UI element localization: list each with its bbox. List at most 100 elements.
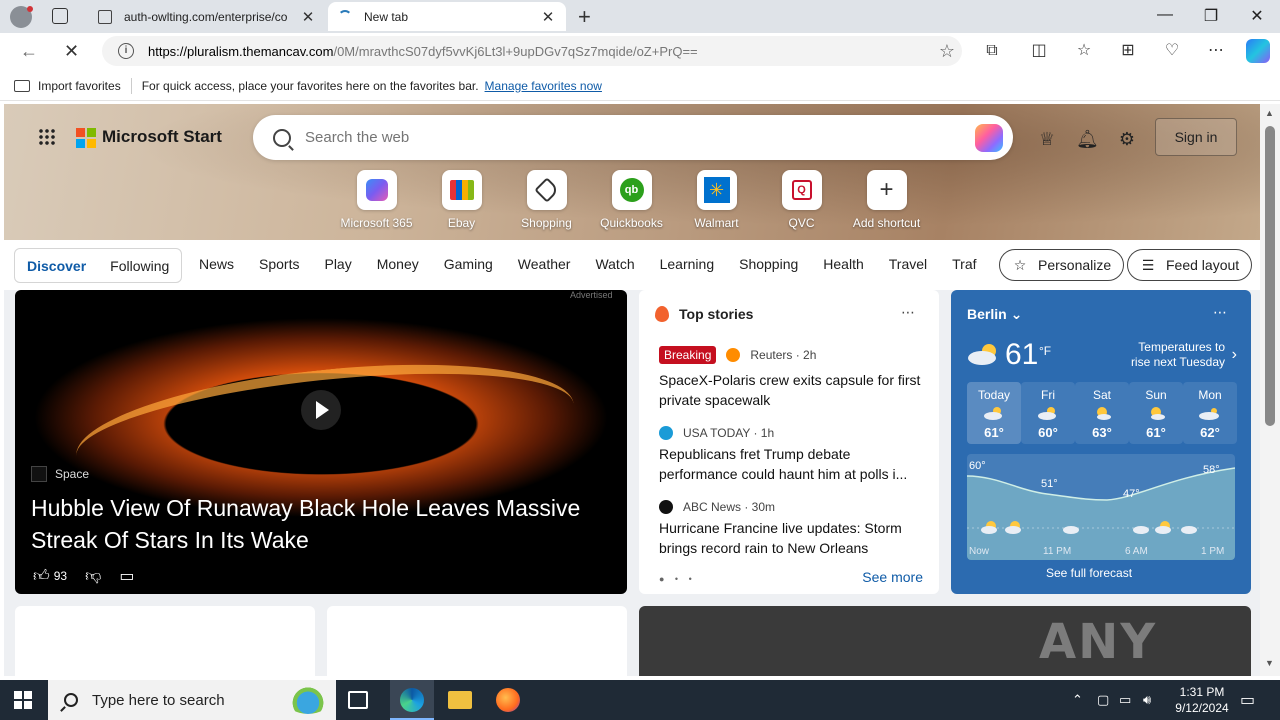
feed-card[interactable] bbox=[327, 606, 627, 676]
story-item[interactable]: ABC News · 30m Hurricane Francine live u… bbox=[659, 498, 925, 558]
category-news[interactable]: News bbox=[199, 256, 234, 272]
weather-card[interactable]: Berlin ⌄ ⋯ 61 °F Temperatures to rise ne… bbox=[951, 290, 1251, 594]
restore-button[interactable]: ❐ bbox=[1196, 6, 1226, 26]
carousel-dots[interactable]: ● • • bbox=[659, 574, 696, 584]
page-scrollbar[interactable]: ▲ ▼ bbox=[1260, 104, 1280, 676]
story-item[interactable]: Breaking Reuters · 2h SpaceX-Polaris cre… bbox=[659, 346, 925, 410]
file-explorer-icon[interactable] bbox=[448, 691, 472, 709]
tab-discover[interactable]: Discover bbox=[27, 258, 86, 274]
network-icon[interactable]: ▭ bbox=[1119, 692, 1131, 708]
feed-card[interactable]: ANY RUN bbox=[639, 606, 1251, 676]
shortcut-quickbooks[interactable]: qb Quickbooks bbox=[589, 170, 674, 230]
story-title[interactable]: Republicans fret Trump debate performanc… bbox=[659, 444, 925, 484]
browser-essentials-icon[interactable]: ♡ bbox=[1162, 41, 1182, 61]
category-shopping[interactable]: Shopping bbox=[739, 256, 798, 272]
weather-note[interactable]: Temperatures to rise next Tuesday bbox=[1121, 340, 1225, 370]
favorites-icon[interactable]: ☆ bbox=[1074, 41, 1094, 61]
show-hidden-icons-chevron-icon[interactable]: ⌃ bbox=[1072, 692, 1083, 708]
collections-icon[interactable]: ⊞ bbox=[1118, 41, 1138, 61]
minimize-button[interactable]: — bbox=[1150, 6, 1180, 24]
category-play[interactable]: Play bbox=[324, 256, 351, 272]
category-travel[interactable]: Travel bbox=[889, 256, 927, 272]
forecast-day[interactable]: Today 61° bbox=[967, 382, 1021, 444]
shortcut-add[interactable]: + Add shortcut bbox=[844, 170, 929, 230]
back-button[interactable]: ← bbox=[20, 41, 38, 62]
sign-in-button[interactable]: Sign in bbox=[1155, 118, 1237, 156]
taskbar-search[interactable]: Type here to search bbox=[48, 680, 336, 720]
hero-article-card[interactable]: Advertised Space Hubble View Of Runaway … bbox=[15, 290, 627, 594]
close-tab-icon[interactable]: ✕ bbox=[540, 8, 556, 26]
thumbs-down-icon[interactable]: 👎︎ bbox=[85, 567, 101, 586]
url-text[interactable]: https://pluralism.themancav.com/0M/mravt… bbox=[148, 44, 932, 59]
rewards-trophy-icon[interactable]: ♕ bbox=[1036, 128, 1058, 150]
category-learning[interactable]: Learning bbox=[660, 256, 715, 272]
app-launcher-icon[interactable] bbox=[38, 128, 56, 146]
tab-auth-owlting[interactable]: auth-owlting.com/enterprise/co ✕ bbox=[88, 2, 326, 31]
see-full-forecast-link[interactable]: See full forecast bbox=[1046, 566, 1132, 580]
feed-layout-button[interactable]: ☰ Feed layout bbox=[1127, 249, 1253, 281]
scrollbar-thumb[interactable] bbox=[1265, 126, 1275, 426]
see-more-link[interactable]: See more bbox=[862, 569, 923, 585]
chevron-right-icon[interactable]: › bbox=[1232, 346, 1237, 364]
weather-city-selector[interactable]: Berlin ⌄ bbox=[967, 306, 1022, 323]
more-options-icon[interactable]: ⋯ bbox=[1213, 304, 1227, 321]
edge-icon[interactable] bbox=[400, 688, 424, 712]
comment-icon[interactable]: ▭ bbox=[119, 566, 134, 586]
favorite-star-icon[interactable]: ☆ bbox=[932, 41, 962, 62]
more-options-icon[interactable]: ⋯ bbox=[901, 304, 915, 321]
close-tab-icon[interactable]: ✕ bbox=[300, 8, 316, 26]
system-clock[interactable]: 1:31 PM 9/12/2024 bbox=[1168, 684, 1236, 716]
hourly-temperature-graph[interactable]: 60° 51° 47° 58° Now 11 PM 6 AM 1 PM bbox=[967, 454, 1235, 560]
settings-gear-icon[interactable]: ⚙ bbox=[1116, 128, 1138, 150]
import-favorites-button[interactable]: Import favorites bbox=[14, 79, 121, 93]
scroll-up-arrow-icon[interactable]: ▲ bbox=[1265, 108, 1274, 118]
category-traffic[interactable]: Traf bbox=[952, 256, 976, 272]
notification-center-icon[interactable]: ▭ bbox=[1240, 690, 1255, 710]
copilot-icon[interactable] bbox=[1246, 39, 1270, 63]
notifications-bell-icon[interactable]: 🔔︎ bbox=[1076, 128, 1099, 150]
address-bar[interactable]: i https://pluralism.themancav.com/0M/mra… bbox=[102, 36, 962, 66]
forecast-day[interactable]: Sat 63° bbox=[1075, 382, 1129, 444]
task-view-icon[interactable] bbox=[348, 691, 368, 709]
firefox-icon[interactable] bbox=[496, 688, 520, 712]
scroll-down-arrow-icon[interactable]: ▼ bbox=[1265, 658, 1274, 668]
thumbs-up-icon[interactable]: 👍︎ bbox=[33, 567, 50, 586]
search-input[interactable] bbox=[305, 129, 975, 146]
category-health[interactable]: Health bbox=[823, 256, 863, 272]
new-tab-button[interactable]: + bbox=[578, 4, 591, 30]
tab-following[interactable]: Following bbox=[110, 258, 169, 274]
story-title[interactable]: SpaceX-Polaris crew exits capsule for fi… bbox=[659, 370, 925, 410]
category-sports[interactable]: Sports bbox=[259, 256, 299, 272]
web-search-box[interactable] bbox=[253, 115, 1013, 160]
category-gaming[interactable]: Gaming bbox=[444, 256, 493, 272]
shortcut-microsoft365[interactable]: Microsoft 365 bbox=[334, 170, 419, 230]
article-headline[interactable]: Hubble View Of Runaway Black Hole Leaves… bbox=[31, 492, 621, 556]
windows-start-icon[interactable] bbox=[14, 691, 32, 709]
category-weather[interactable]: Weather bbox=[518, 256, 571, 272]
extensions-icon[interactable]: ⧉ bbox=[982, 41, 1002, 61]
manage-favorites-link[interactable]: Manage favorites now bbox=[485, 79, 602, 93]
profile-avatar-icon[interactable] bbox=[10, 6, 33, 28]
forecast-day[interactable]: Mon 62° bbox=[1183, 382, 1237, 444]
site-info-icon[interactable]: i bbox=[118, 43, 134, 59]
volume-icon[interactable]: 🔊︎ bbox=[1143, 692, 1151, 708]
shortcut-ebay[interactable]: Ebay bbox=[419, 170, 504, 230]
close-window-button[interactable]: ✕ bbox=[1242, 6, 1272, 26]
stop-loading-button[interactable]: ✕ bbox=[64, 41, 79, 62]
shortcut-qvc[interactable]: Q QVC bbox=[759, 170, 844, 230]
category-watch[interactable]: Watch bbox=[595, 256, 634, 272]
copilot-icon[interactable] bbox=[975, 123, 1003, 152]
shortcut-walmart[interactable]: ✳ Walmart bbox=[674, 170, 759, 230]
forecast-day[interactable]: Sun 61° bbox=[1129, 382, 1183, 444]
split-screen-icon[interactable]: ◫ bbox=[1029, 41, 1049, 61]
device-icon[interactable]: ▢ bbox=[1097, 692, 1109, 708]
play-video-icon[interactable] bbox=[301, 390, 341, 430]
shortcut-shopping[interactable]: Shopping bbox=[504, 170, 589, 230]
personalize-button[interactable]: ☆ Personalize bbox=[999, 249, 1125, 281]
story-item[interactable]: USA TODAY · 1h Republicans fret Trump de… bbox=[659, 424, 925, 484]
more-menu-icon[interactable]: ⋯ bbox=[1206, 41, 1226, 61]
tab-new-tab[interactable]: New tab ✕ bbox=[328, 2, 566, 31]
forecast-day[interactable]: Fri 60° bbox=[1021, 382, 1075, 444]
story-title[interactable]: Hurricane Francine live updates: Storm b… bbox=[659, 518, 925, 558]
feed-card[interactable] bbox=[15, 606, 315, 676]
